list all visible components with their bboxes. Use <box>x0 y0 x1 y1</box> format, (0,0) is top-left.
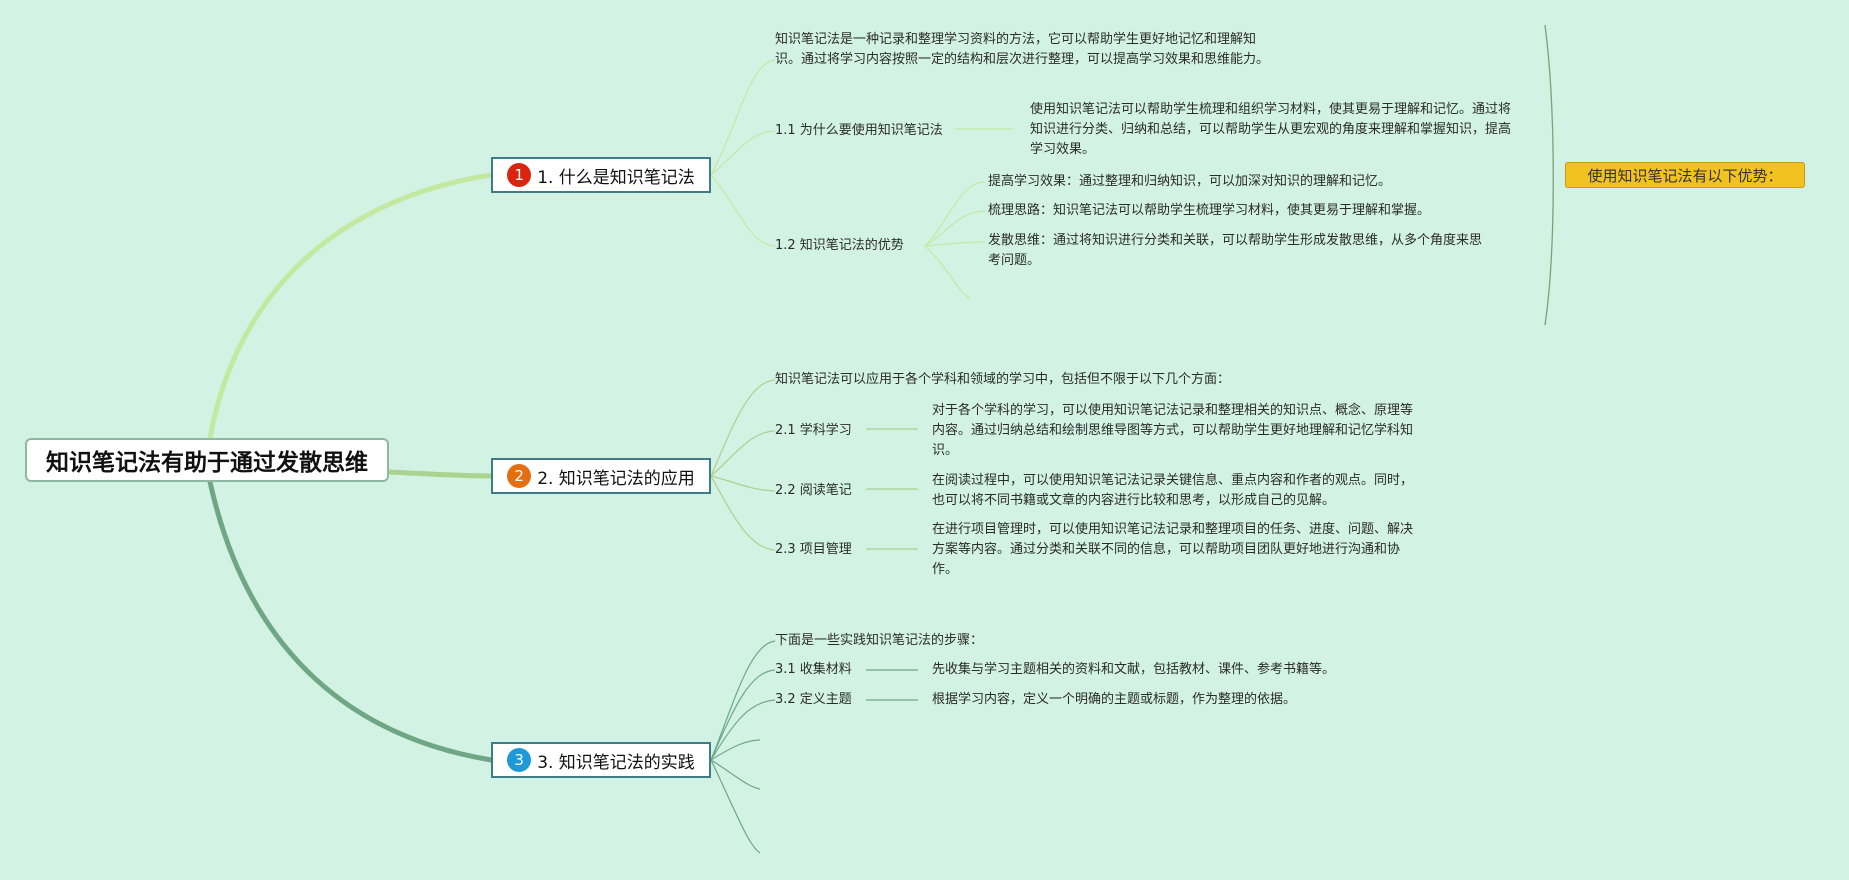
subtopic-1-1-detail[interactable]: 使用知识笔记法可以帮助学生梳理和组织学习材料，使其更易于理解和记忆。通过将知识进… <box>1030 100 1522 160</box>
advantage-item-2[interactable]: 梳理思路：知识笔记法可以帮助学生梳理学习材料，使其更易于理解和掌握。 <box>988 201 1430 221</box>
main-topic-1-label: 1. 什么是知识笔记法 <box>537 167 695 188</box>
branch-connector-2 <box>386 469 494 479</box>
subtopic-2-3[interactable]: 2.3 项目管理 <box>775 540 852 560</box>
priority-1-icon: 1 <box>507 163 532 187</box>
main-topic-2[interactable]: 2 2. 知识笔记法的应用 <box>491 458 711 494</box>
section-1-links <box>710 59 1013 299</box>
branch-connector-3 <box>207 479 494 763</box>
summary-bracket <box>1544 24 1554 326</box>
main-topic-1[interactable]: 1 1. 什么是知识笔记法 <box>491 157 711 193</box>
main-topic-3[interactable]: 3 3. 知识笔记法的实践 <box>491 742 711 778</box>
main-topic-2-label: 2. 知识笔记法的应用 <box>537 468 695 489</box>
section-2-intro[interactable]: 知识笔记法可以应用于各个学科和领域的学习中，包括但不限于以下几个方面： <box>775 370 1230 390</box>
subtopic-3-1-detail[interactable]: 先收集与学习主题相关的资料和文献，包括教材、课件、参考书籍等。 <box>932 660 1335 680</box>
section-3-intro[interactable]: 下面是一些实践知识笔记法的步骤： <box>775 631 983 651</box>
section-2-links <box>710 379 918 551</box>
subtopic-1-1[interactable]: 1.1 为什么要使用知识笔记法 <box>775 121 943 141</box>
subtopic-3-2-detail[interactable]: 根据学习内容，定义一个明确的主题或标题，作为整理的依据。 <box>932 690 1296 710</box>
priority-2-icon: 2 <box>507 464 532 488</box>
subtopic-2-2[interactable]: 2.2 阅读笔记 <box>775 481 852 501</box>
section-1-intro[interactable]: 知识笔记法是一种记录和整理学习资料的方法，它可以帮助学生更好地记忆和理解知识。通… <box>775 30 1275 70</box>
branch-connector-1 <box>207 172 494 441</box>
summary-callout[interactable]: 使用知识笔记法有以下优势： <box>1565 162 1805 188</box>
subtopic-2-1-detail[interactable]: 对于各个学科的学习，可以使用知识笔记法记录和整理相关的知识点、概念、原理等内容。… <box>932 401 1424 461</box>
central-topic[interactable]: 知识笔记法有助于通过发散思维 <box>25 438 389 482</box>
subtopic-3-2[interactable]: 3.2 定义主题 <box>775 690 852 710</box>
subtopic-2-2-detail[interactable]: 在阅读过程中，可以使用知识笔记法记录关键信息、重点内容和作者的观点。同时，也可以… <box>932 471 1424 511</box>
subtopic-2-1[interactable]: 2.1 学科学习 <box>775 421 852 441</box>
subtopic-3-1[interactable]: 3.1 收集材料 <box>775 660 852 680</box>
priority-3-icon: 3 <box>507 748 532 772</box>
advantage-item-3[interactable]: 发散思维：通过将知识进行分类和关联，可以帮助学生形成发散思维，从多个角度来思考问… <box>988 231 1483 271</box>
subtopic-2-3-detail[interactable]: 在进行项目管理时，可以使用知识笔记法记录和整理项目的任务、进度、问题、解决方案等… <box>932 520 1424 580</box>
advantage-item-1[interactable]: 提高学习效果：通过整理和归纳知识，可以加深对知识的理解和记忆。 <box>988 172 1391 192</box>
subtopic-1-2[interactable]: 1.2 知识笔记法的优势 <box>775 236 904 256</box>
main-topic-3-label: 3. 知识笔记法的实践 <box>537 752 695 773</box>
